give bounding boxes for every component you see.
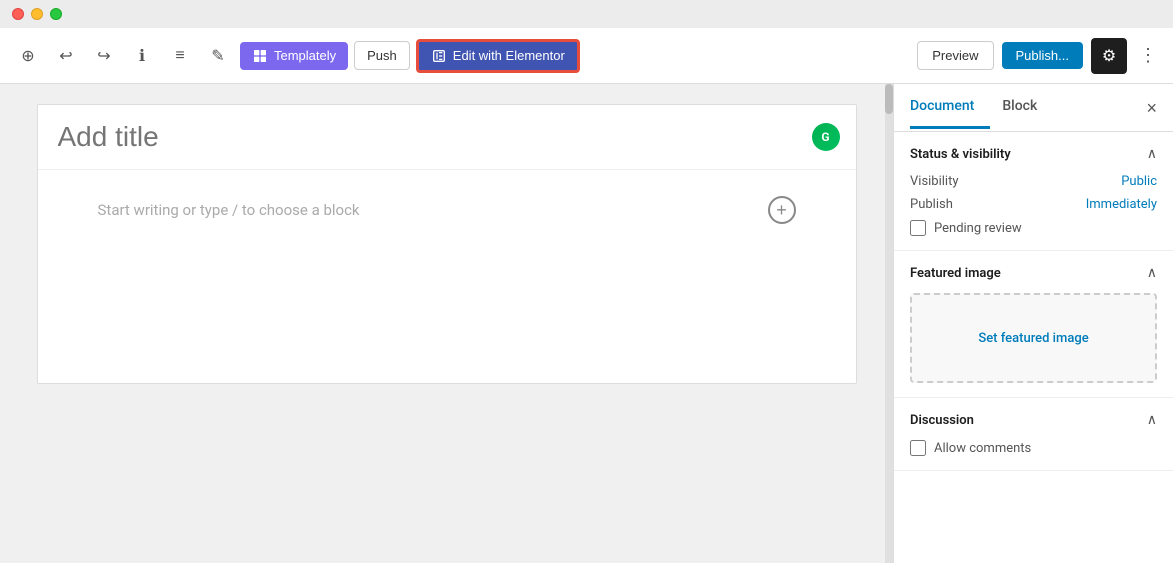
featured-image-title: Featured image bbox=[910, 266, 1001, 281]
push-label: Push bbox=[367, 48, 397, 63]
toolbar: ⊕ ↩ ↪ ℹ ≡ ✎ Templately Push Edit with El… bbox=[0, 28, 1173, 84]
body-placeholder: Start writing or type / to choose a bloc… bbox=[98, 201, 360, 219]
edit-button[interactable]: ✎ bbox=[202, 40, 234, 72]
scroll-thumb bbox=[885, 84, 893, 114]
status-visibility-section: Status & visibility ∧ Visibility Public … bbox=[894, 132, 1173, 251]
close-traffic-light[interactable] bbox=[12, 8, 24, 20]
push-button[interactable]: Push bbox=[354, 41, 410, 70]
more-options-button[interactable]: ⋮ bbox=[1135, 41, 1161, 70]
sidebar-header: Document Block × bbox=[894, 84, 1173, 132]
allow-comments-row: Allow comments bbox=[910, 440, 1157, 456]
set-featured-image-label: Set featured image bbox=[978, 331, 1088, 346]
sidebar: Document Block × Status & visibility ∧ V… bbox=[893, 84, 1173, 563]
sidebar-close-button[interactable]: × bbox=[1146, 99, 1157, 117]
writing-area: Start writing or type / to choose a bloc… bbox=[38, 170, 856, 250]
allow-comments-label: Allow comments bbox=[934, 441, 1031, 456]
elementor-label: Edit with Elementor bbox=[453, 48, 565, 63]
preview-button[interactable]: Preview bbox=[917, 41, 993, 70]
set-featured-image-button[interactable]: Set featured image bbox=[910, 293, 1157, 383]
visibility-row: Visibility Public bbox=[910, 174, 1157, 189]
toolbar-right: Preview Publish... ⚙ ⋮ bbox=[917, 38, 1161, 74]
add-icon: ⊕ bbox=[21, 46, 34, 66]
status-section-title: Status & visibility bbox=[910, 147, 1011, 162]
discussion-chevron-icon: ∧ bbox=[1147, 412, 1157, 428]
visibility-value[interactable]: Public bbox=[1121, 174, 1157, 189]
toolbar-left: ⊕ ↩ ↪ ℹ ≡ ✎ Templately Push Edit with El… bbox=[12, 39, 911, 73]
editor-area: G Start writing or type / to choose a bl… bbox=[0, 84, 893, 563]
publish-label-text: Publish bbox=[910, 197, 953, 212]
allow-comments-checkbox[interactable] bbox=[910, 440, 926, 456]
info-button[interactable]: ℹ bbox=[126, 40, 158, 72]
minimize-traffic-light[interactable] bbox=[31, 8, 43, 20]
publish-button[interactable]: Publish... bbox=[1002, 42, 1083, 69]
add-block-toolbar-button[interactable]: ⊕ bbox=[12, 40, 44, 72]
discussion-section-title: Discussion bbox=[910, 413, 974, 428]
pending-review-checkbox[interactable] bbox=[910, 220, 926, 236]
ellipsis-icon: ⋮ bbox=[1139, 45, 1157, 65]
main-layout: G Start writing or type / to choose a bl… bbox=[0, 84, 1173, 563]
scroll-indicator bbox=[885, 84, 893, 563]
discussion-section: Discussion ∧ Allow comments bbox=[894, 398, 1173, 471]
elementor-icon bbox=[431, 48, 447, 64]
templately-button[interactable]: Templately bbox=[240, 42, 348, 70]
templately-icon bbox=[252, 48, 268, 64]
tab-block[interactable]: Block bbox=[1002, 86, 1053, 129]
editor-content: G Start writing or type / to choose a bl… bbox=[37, 104, 857, 384]
edit-with-elementor-button[interactable]: Edit with Elementor bbox=[416, 39, 580, 73]
publish-label: Publish... bbox=[1016, 48, 1069, 63]
sidebar-tabs: Document Block bbox=[910, 86, 1065, 129]
maximize-traffic-light[interactable] bbox=[50, 8, 62, 20]
undo-icon: ↩ bbox=[59, 46, 72, 66]
redo-icon: ↪ bbox=[97, 46, 110, 66]
visibility-label: Visibility bbox=[910, 174, 959, 189]
status-chevron-icon: ∧ bbox=[1147, 146, 1157, 162]
title-input[interactable] bbox=[58, 121, 836, 153]
status-section-header[interactable]: Status & visibility ∧ bbox=[910, 146, 1157, 162]
publish-value[interactable]: Immediately bbox=[1086, 197, 1157, 212]
titlebar bbox=[0, 0, 1173, 28]
title-area: G bbox=[38, 105, 856, 170]
plus-icon: + bbox=[776, 201, 787, 219]
featured-image-section: Featured image ∧ Set featured image bbox=[894, 251, 1173, 398]
tab-document[interactable]: Document bbox=[910, 86, 990, 129]
settings-button[interactable]: ⚙ bbox=[1091, 38, 1127, 74]
list-view-button[interactable]: ≡ bbox=[164, 40, 196, 72]
templately-label: Templately bbox=[274, 48, 336, 63]
preview-label: Preview bbox=[932, 48, 978, 63]
undo-button[interactable]: ↩ bbox=[50, 40, 82, 72]
info-icon: ℹ bbox=[139, 46, 145, 66]
add-block-inline-button[interactable]: + bbox=[768, 196, 796, 224]
featured-image-chevron-icon: ∧ bbox=[1147, 265, 1157, 281]
redo-button[interactable]: ↪ bbox=[88, 40, 120, 72]
list-icon: ≡ bbox=[175, 47, 184, 65]
gear-icon: ⚙ bbox=[1102, 46, 1116, 66]
pending-review-row: Pending review bbox=[910, 220, 1157, 236]
grammarly-icon: G bbox=[812, 123, 840, 151]
close-icon: × bbox=[1146, 98, 1157, 118]
featured-image-header[interactable]: Featured image ∧ bbox=[910, 265, 1157, 281]
discussion-section-header[interactable]: Discussion ∧ bbox=[910, 412, 1157, 428]
publish-row: Publish Immediately bbox=[910, 197, 1157, 212]
pending-review-label: Pending review bbox=[934, 221, 1022, 236]
pencil-icon: ✎ bbox=[211, 46, 224, 66]
